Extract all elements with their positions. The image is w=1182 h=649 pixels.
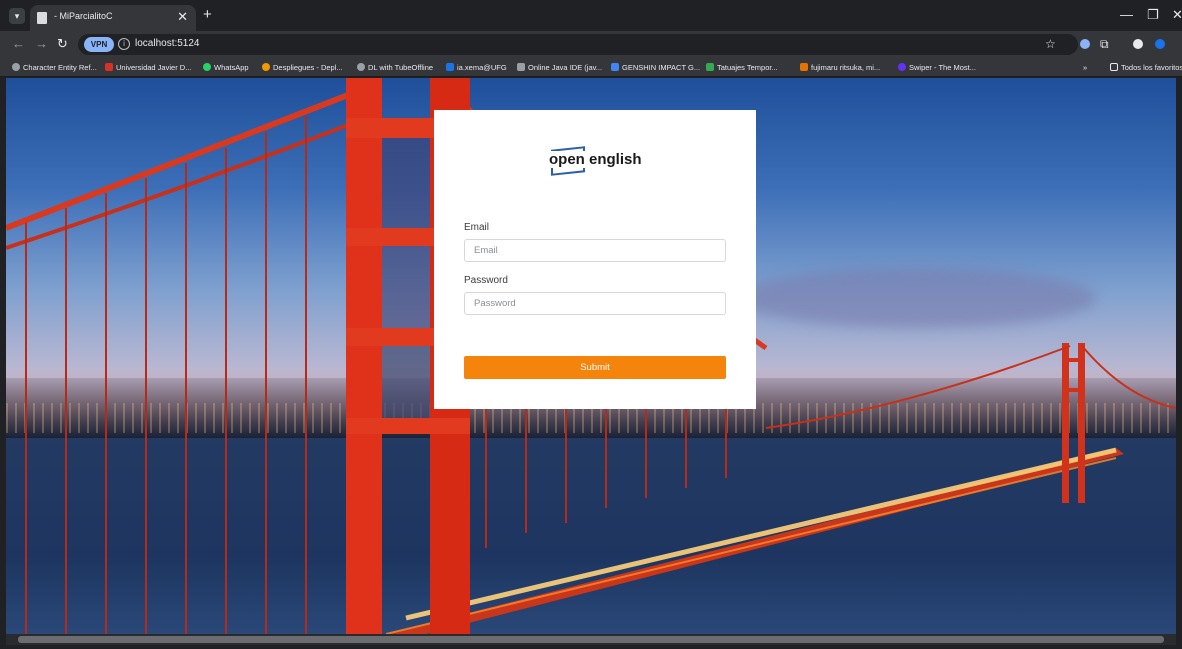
bookmark-label: ia.xema@UFG: [457, 63, 507, 72]
bookmark-favicon-icon: [446, 63, 454, 71]
new-tab-icon[interactable]: +: [203, 7, 212, 23]
site-info-icon[interactable]: i: [118, 38, 130, 50]
bookmark-globe-icon: [357, 63, 365, 71]
forward-icon[interactable]: →: [35, 36, 48, 52]
whatsapp-icon: [203, 63, 211, 71]
bookmark-item[interactable]: Online Java IDE (jav...: [517, 61, 602, 74]
bookmark-item[interactable]: Despliegues - Depl...: [262, 61, 343, 74]
all-bookmarks-button[interactable]: Todos los favoritos: [1110, 61, 1182, 74]
bookmark-label: GENSHIN IMPACT G...: [622, 63, 701, 72]
open-english-logo: open english: [546, 146, 646, 176]
tab-search-icon[interactable]: ▾: [9, 8, 25, 24]
bookmark-item[interactable]: Universidad Javier D...: [105, 61, 191, 74]
folder-icon: [1110, 63, 1118, 71]
logo-word-english: english: [589, 151, 642, 168]
bookmark-label: Character Entity Ref...: [23, 63, 97, 72]
login-card: open english Email Password Submit: [434, 110, 756, 409]
password-field[interactable]: [464, 292, 726, 315]
horizontal-scrollbar[interactable]: [6, 634, 1176, 645]
extension-icon[interactable]: [1080, 39, 1090, 49]
bookmarks-overflow-icon[interactable]: »: [1083, 61, 1087, 74]
vpn-badge[interactable]: VPN: [84, 37, 114, 52]
submit-button[interactable]: Submit: [464, 356, 726, 379]
tab-strip: ▾ - MiParcialitoC ✕ + — ❐ ✕: [0, 0, 1182, 31]
bookmark-label: Swiper - The Most...: [909, 63, 976, 72]
bookmark-item[interactable]: ia.xema@UFG: [446, 61, 507, 74]
browser-toolbar: ← → ↻ VPN i localhost:5124 ☆ ⧉: [0, 31, 1182, 58]
bookmark-item[interactable]: GENSHIN IMPACT G...: [611, 61, 700, 74]
address-bar[interactable]: VPN i localhost:5124: [78, 34, 1078, 55]
bookmark-item[interactable]: Tatuajes Tempor...: [706, 61, 778, 74]
bookmark-item[interactable]: WhatsApp: [203, 61, 249, 74]
profile-avatar-icon[interactable]: [1133, 39, 1143, 49]
scrollbar-thumb[interactable]: [18, 636, 1164, 643]
bookmark-label: Despliegues - Depl...: [273, 63, 343, 72]
bookmark-favicon-icon: [517, 63, 525, 71]
password-label: Password: [464, 275, 508, 286]
bookmark-item[interactable]: Swiper - The Most...: [898, 61, 976, 74]
bookmark-item[interactable]: DL with TubeOffline: [357, 61, 433, 74]
restore-icon[interactable]: ❐: [1147, 7, 1159, 23]
sync-icon[interactable]: [1155, 39, 1165, 49]
bookmark-favicon-icon: [898, 63, 906, 71]
bookmark-label: DL with TubeOffline: [368, 63, 434, 72]
tab-title: - MiParcialitoC: [54, 11, 113, 21]
bookmarks-bar: Character Entity Ref... Universidad Javi…: [0, 58, 1182, 77]
browser-tab[interactable]: - MiParcialitoC ✕: [30, 5, 196, 31]
bookmark-item[interactable]: fujimaru ritsuka, mi...: [800, 61, 880, 74]
bookmark-globe-icon: [12, 63, 20, 71]
reload-icon[interactable]: ↻: [57, 36, 68, 52]
bookmark-label: WhatsApp: [214, 63, 249, 72]
bookmark-label: fujimaru ritsuka, mi...: [811, 63, 881, 72]
bookmark-label: Universidad Javier D...: [116, 63, 192, 72]
extensions-puzzle-icon[interactable]: ⧉: [1100, 37, 1109, 51]
page-favicon-icon: [37, 12, 47, 24]
url-text[interactable]: localhost:5124: [135, 38, 200, 49]
email-label: Email: [464, 222, 490, 233]
bookmark-favicon-icon: [611, 63, 619, 71]
all-bookmarks-label: Todos los favoritos: [1121, 63, 1182, 72]
window-close-icon[interactable]: ✕: [1172, 7, 1182, 23]
minimize-icon[interactable]: —: [1120, 7, 1133, 23]
bookmark-favicon-icon: [105, 63, 113, 71]
logo-word-open: open: [548, 151, 586, 168]
bookmark-label: Online Java IDE (jav...: [528, 63, 603, 72]
bookmark-favicon-icon: [706, 63, 714, 71]
back-icon[interactable]: ←: [12, 36, 25, 52]
bookmark-star-icon[interactable]: ☆: [1045, 37, 1056, 51]
bookmark-label: Tatuajes Tempor...: [717, 63, 778, 72]
email-field[interactable]: [464, 239, 726, 262]
bookmark-item[interactable]: Character Entity Ref...: [12, 61, 97, 74]
bookmark-favicon-icon: [262, 63, 270, 71]
tab-close-icon[interactable]: ✕: [177, 9, 188, 25]
bookmark-favicon-icon: [800, 63, 808, 71]
